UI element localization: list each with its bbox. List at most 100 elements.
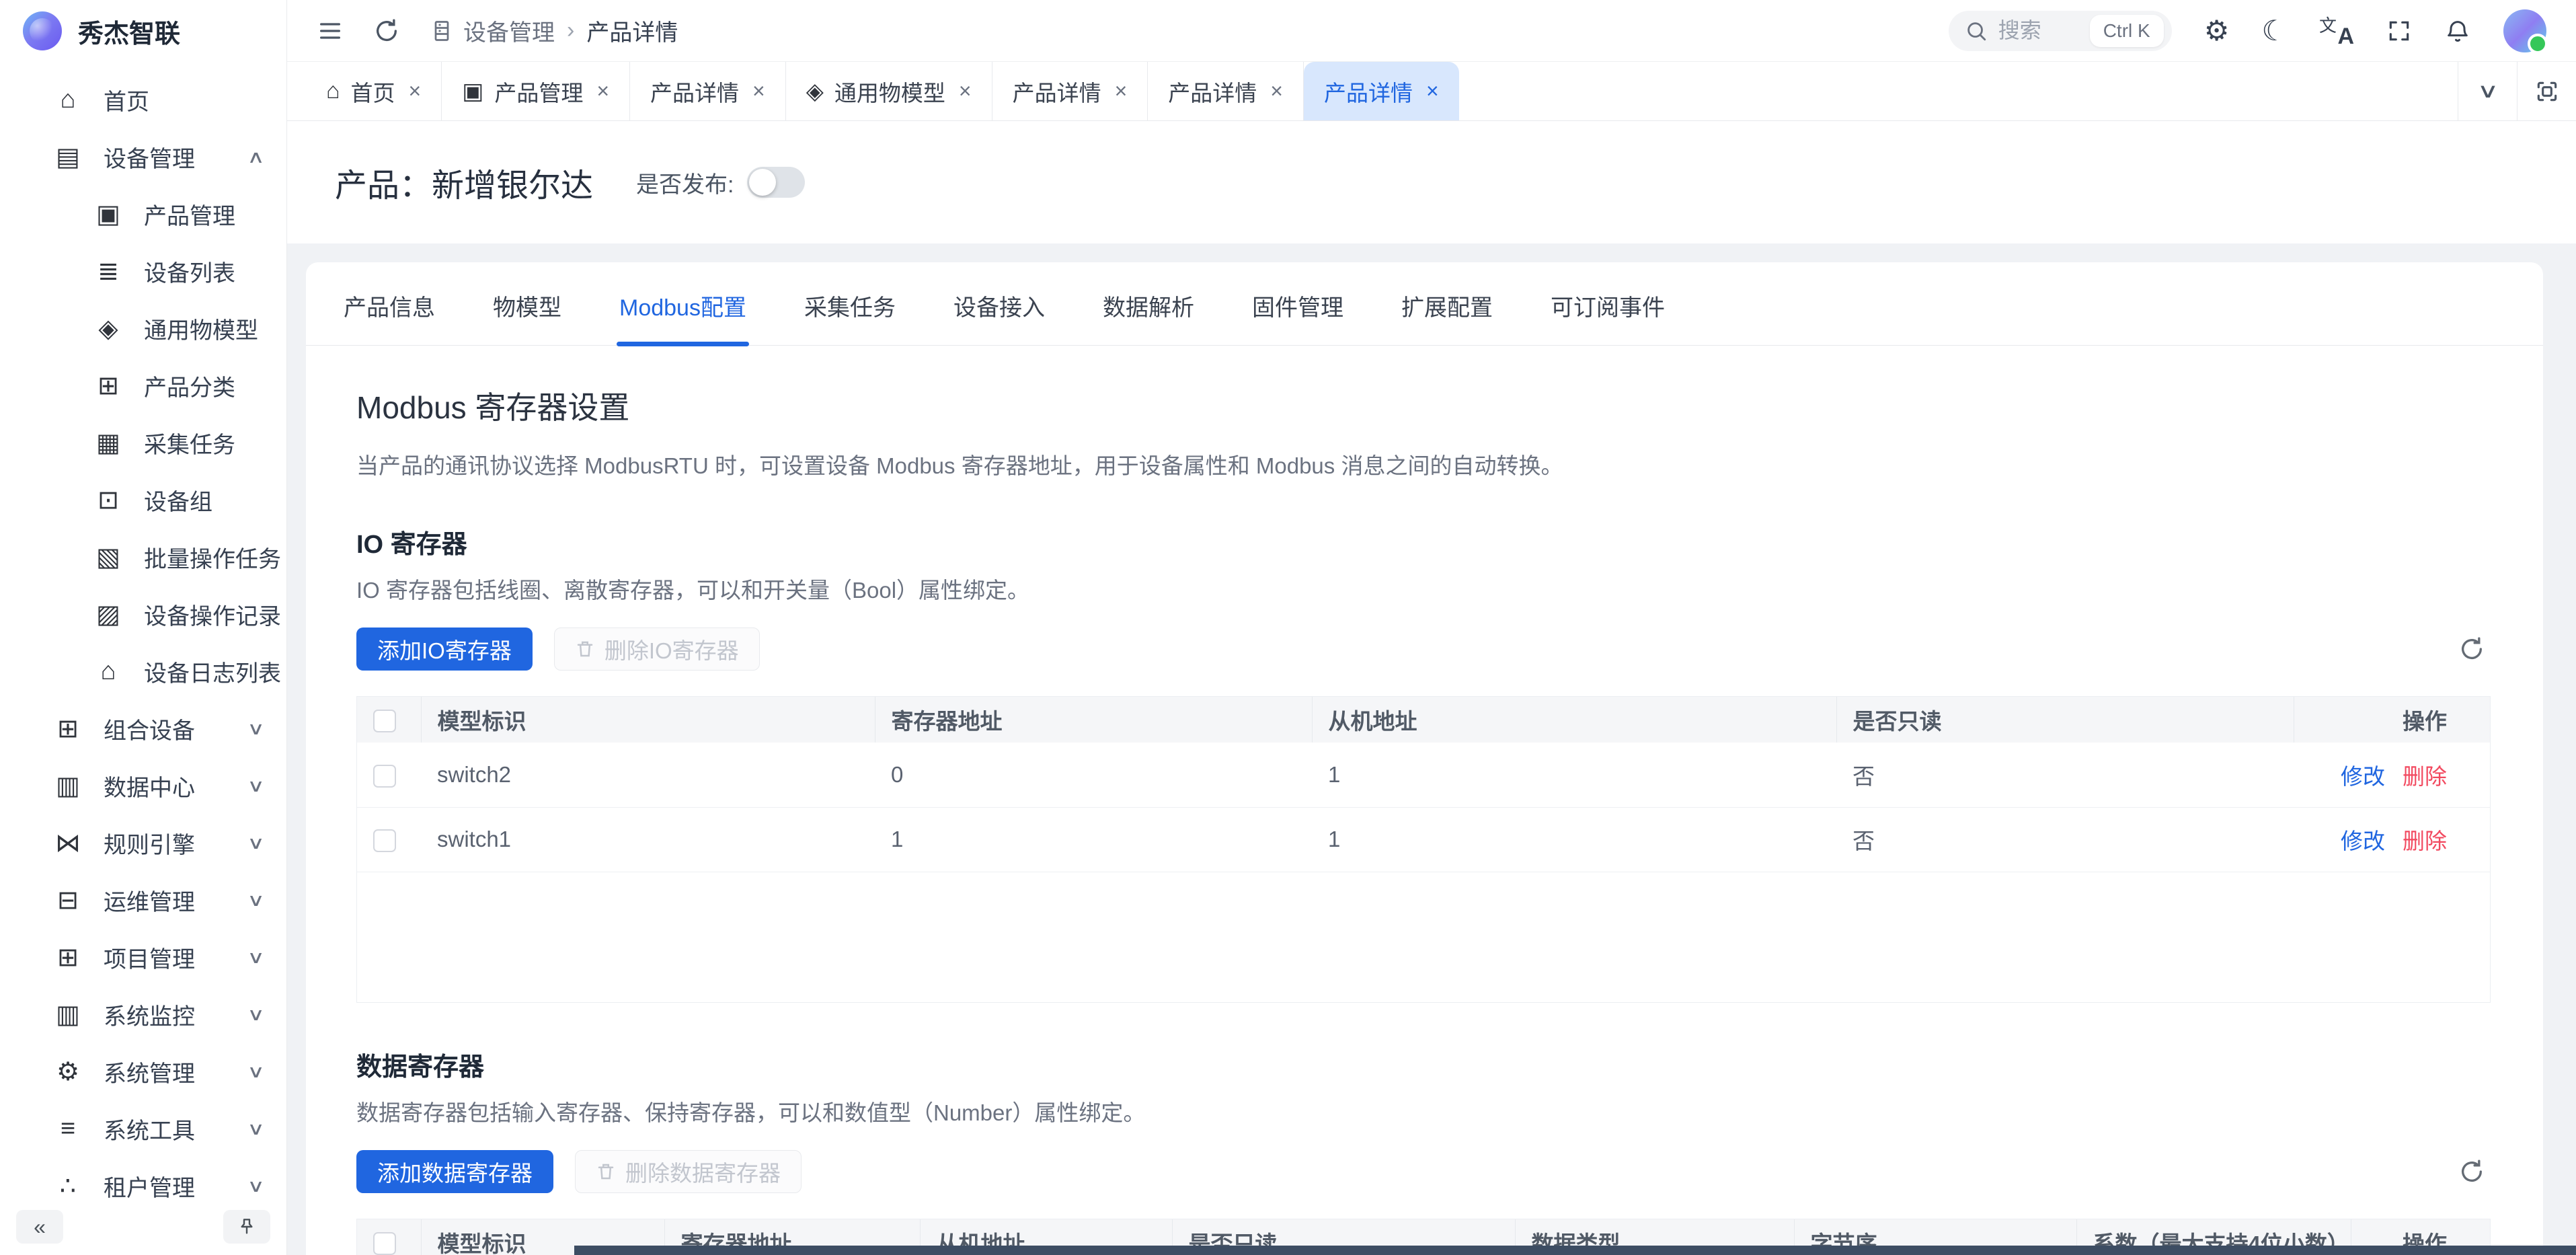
delete-data-register-button[interactable]: 删除数据寄存器: [575, 1150, 802, 1193]
delete-link[interactable]: 删除: [2403, 764, 2447, 789]
tab-icon: ⌂: [326, 78, 340, 104]
select-all-checkbox[interactable]: [373, 710, 396, 732]
tab-label: 通用物模型: [834, 75, 945, 108]
menu-toggle-button[interactable]: [317, 17, 344, 44]
sidebar-item-icon: ⌂: [52, 85, 83, 114]
chevron-icon: ∨: [247, 1004, 265, 1025]
page-tab[interactable]: 产品详情 ×: [1148, 62, 1304, 120]
refresh-icon: [373, 17, 400, 44]
io-table-header: 模型标识寄存器地址从机地址是否只读操作: [357, 697, 2490, 743]
sidebar-item[interactable]: ⊟ 运维管理 ∨: [0, 872, 286, 929]
column-header: 是否只读: [1836, 697, 2294, 743]
content-tab[interactable]: 物模型: [493, 289, 561, 326]
cell-register-address: 0: [875, 743, 1312, 807]
edit-link[interactable]: 修改: [2341, 764, 2385, 789]
data-refresh-button[interactable]: [2453, 1153, 2491, 1190]
sidebar-item[interactable]: ▦ 采集任务: [0, 414, 286, 471]
sidebar-footer: «: [0, 1205, 286, 1255]
sidebar-item[interactable]: ▥ 系统监控 ∨: [0, 986, 286, 1043]
sidebar-item[interactable]: ▤ 设备管理 ∧: [0, 128, 286, 186]
trash-icon: [575, 639, 595, 659]
tab-close-icon[interactable]: ×: [1426, 79, 1439, 104]
sidebar-item[interactable]: ⊡ 设备组: [0, 471, 286, 529]
sidebar-item[interactable]: ▣ 产品管理: [0, 186, 286, 243]
breadcrumb-section[interactable]: 设备管理: [430, 14, 555, 47]
add-data-register-button[interactable]: 添加数据寄存器: [356, 1150, 553, 1193]
column-header: 寄存器地址: [875, 697, 1312, 743]
content-tab[interactable]: 产品信息: [344, 289, 435, 326]
refresh-icon: [2458, 1158, 2485, 1185]
sidebar-item[interactable]: ≣ 设备列表: [0, 243, 286, 300]
sidebar-item[interactable]: ≡ 系统工具 ∨: [0, 1100, 286, 1157]
page-tab[interactable]: 产品详情 ×: [1304, 62, 1459, 120]
tab-close-icon[interactable]: ×: [752, 79, 765, 104]
sidebar-item[interactable]: ⚙ 系统管理 ∨: [0, 1043, 286, 1100]
page-tab[interactable]: 产品详情 ×: [630, 62, 786, 120]
sidebar-item[interactable]: ⌂ 设备日志列表: [0, 643, 286, 700]
sidebar-item[interactable]: ⌂ 首页: [0, 71, 286, 128]
io-table-row: switch1 1 1 否 修改删除: [357, 807, 2490, 872]
content-tab[interactable]: 数据解析: [1103, 289, 1194, 326]
content-tab[interactable]: 采集任务: [804, 289, 896, 326]
tab-label: 产品管理: [494, 75, 583, 108]
device-management-icon: [430, 19, 454, 43]
row-checkbox[interactable]: [373, 829, 396, 852]
pin-button[interactable]: [223, 1210, 270, 1244]
edit-link[interactable]: 修改: [2341, 829, 2385, 853]
sidebar-item[interactable]: ▨ 设备操作记录: [0, 586, 286, 643]
tab-close-icon[interactable]: ×: [1115, 79, 1128, 104]
breadcrumb-current: 产品详情: [586, 14, 678, 47]
row-checkbox[interactable]: [373, 765, 396, 788]
publish-toggle[interactable]: [747, 167, 805, 198]
page-tab[interactable]: 产品详情 ×: [992, 62, 1148, 120]
content-tab[interactable]: 可订阅事件: [1551, 289, 1665, 326]
search-input[interactable]: [1998, 18, 2079, 43]
sidebar-item[interactable]: ▥ 数据中心 ∨: [0, 757, 286, 814]
translate-icon: 文A: [2319, 15, 2354, 47]
language-button[interactable]: 文A: [2319, 15, 2354, 47]
delete-io-register-button[interactable]: 删除IO寄存器: [554, 628, 760, 671]
sidebar-item[interactable]: ⋈ 规则引擎 ∨: [0, 814, 286, 872]
sidebar-item[interactable]: ∴ 租户管理 ∨: [0, 1157, 286, 1205]
sidebar-item[interactable]: ◈ 通用物模型: [0, 300, 286, 357]
data-register-description: 数据寄存器包括输入寄存器、保持寄存器，可以和数值型（Number）属性绑定。: [356, 1095, 2491, 1127]
page-tab[interactable]: ⌂ 首页 ×: [306, 62, 442, 120]
sidebar-item[interactable]: ⊞ 组合设备 ∨: [0, 700, 286, 757]
sidebar-item[interactable]: ⊞ 项目管理 ∨: [0, 929, 286, 986]
refresh-page-button[interactable]: [373, 17, 400, 44]
tab-close-icon[interactable]: ×: [409, 79, 422, 104]
select-all-checkbox[interactable]: [373, 1232, 396, 1255]
main-shell: 设备管理 › 产品详情 Ctrl K ⚙ ☾ 文A: [287, 0, 2576, 1255]
chevron-icon: ∧: [247, 147, 265, 167]
sidebar-collapse-button[interactable]: «: [16, 1210, 63, 1244]
sidebar-item[interactable]: ⊞ 产品分类: [0, 357, 286, 414]
tab-close-icon[interactable]: ×: [1270, 79, 1283, 104]
sidebar-item-label: 设备组: [144, 484, 212, 517]
sidebar-item[interactable]: ▧ 批量操作任务: [0, 529, 286, 586]
brand[interactable]: 秀杰智联: [0, 0, 286, 62]
chevron-icon: ∨: [247, 718, 265, 739]
tab-close-icon[interactable]: ×: [596, 79, 609, 104]
page-tab[interactable]: ◈ 通用物模型 ×: [786, 62, 992, 120]
user-avatar[interactable]: [2503, 9, 2546, 52]
add-io-register-button[interactable]: 添加IO寄存器: [356, 628, 533, 671]
global-search[interactable]: Ctrl K: [1949, 11, 2172, 51]
content-tab[interactable]: 设备接入: [953, 289, 1045, 326]
notifications-button[interactable]: [2444, 17, 2471, 44]
tab-close-icon[interactable]: ×: [959, 79, 972, 104]
content-tab[interactable]: 扩展配置: [1401, 289, 1493, 326]
tab-list-dropdown-button[interactable]: ∨: [2458, 62, 2517, 120]
settings-button[interactable]: ⚙: [2204, 17, 2230, 45]
gear-icon: ⚙: [2204, 17, 2230, 45]
dark-mode-toggle[interactable]: ☾: [2261, 17, 2287, 45]
delete-link[interactable]: 删除: [2403, 829, 2447, 853]
content-tab[interactable]: Modbus配置: [619, 289, 746, 326]
content-tab[interactable]: 固件管理: [1252, 289, 1343, 326]
tabbar-extras: ∨: [2458, 62, 2576, 120]
content-fullscreen-button[interactable]: [2517, 62, 2576, 120]
page-tab[interactable]: ▣ 产品管理 ×: [442, 62, 630, 120]
fullscreen-button[interactable]: [2386, 18, 2412, 44]
io-refresh-button[interactable]: [2453, 630, 2491, 668]
bottom-edge-strip: [574, 1246, 2576, 1255]
hamburger-icon: [317, 17, 344, 44]
